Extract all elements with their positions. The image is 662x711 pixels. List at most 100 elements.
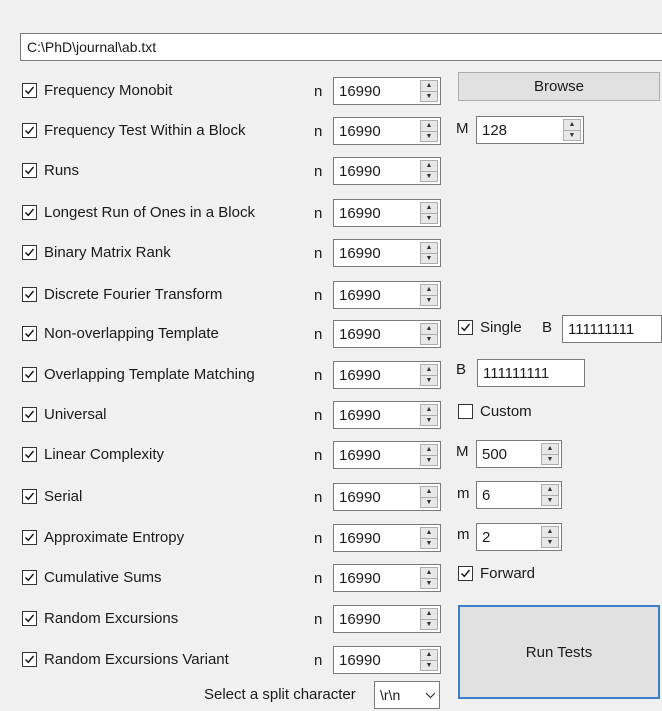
- spin-down-icon[interactable]: ▼: [421, 454, 437, 466]
- test-option[interactable]: Serial: [22, 486, 82, 506]
- spin-up-icon[interactable]: ▲: [421, 445, 437, 455]
- spin-up-icon[interactable]: ▲: [421, 568, 437, 578]
- n-arrows[interactable]: ▲ ▼: [420, 202, 438, 224]
- n-arrows[interactable]: ▲ ▼: [420, 608, 438, 630]
- test-checkbox[interactable]: [22, 286, 37, 302]
- file-path-input[interactable]: C:\PhD\journal\ab.txt: [20, 33, 662, 61]
- spin-down-icon[interactable]: ▼: [542, 453, 558, 465]
- n-stepper[interactable]: 16990 ▲ ▼: [333, 605, 441, 633]
- test-checkbox[interactable]: [22, 82, 37, 98]
- spin-up-icon[interactable]: ▲: [421, 528, 437, 538]
- test-checkbox[interactable]: [22, 529, 37, 545]
- spin-down-icon[interactable]: ▼: [421, 212, 437, 224]
- spin-down-icon[interactable]: ▼: [421, 374, 437, 386]
- test-checkbox[interactable]: [22, 569, 37, 585]
- split-character-select[interactable]: \r\n: [374, 681, 440, 709]
- test-option[interactable]: Runs: [22, 160, 79, 180]
- n-arrows[interactable]: ▲ ▼: [420, 649, 438, 671]
- n-arrows[interactable]: ▲ ▼: [420, 284, 438, 306]
- spin-up-icon[interactable]: ▲: [421, 405, 437, 415]
- spin-down-icon[interactable]: ▼: [421, 618, 437, 630]
- spin-up-icon[interactable]: ▲: [421, 81, 437, 91]
- test-checkbox[interactable]: [22, 406, 37, 422]
- test-checkbox[interactable]: [22, 162, 37, 178]
- n-arrows[interactable]: ▲ ▼: [420, 120, 438, 142]
- chevron-down-icon[interactable]: [421, 692, 439, 699]
- non-overlap-b-input[interactable]: 111111111: [562, 315, 662, 343]
- n-stepper[interactable]: 16990 ▲ ▼: [333, 157, 441, 185]
- spin-down-icon[interactable]: ▼: [421, 294, 437, 306]
- spin-up-icon[interactable]: ▲: [421, 650, 437, 660]
- n-stepper[interactable]: 16990 ▲ ▼: [333, 564, 441, 592]
- n-stepper[interactable]: 16990 ▲ ▼: [333, 361, 441, 389]
- spin-down-icon[interactable]: ▼: [421, 170, 437, 182]
- test-checkbox[interactable]: [22, 651, 37, 667]
- serial-m-arrows[interactable]: ▲ ▼: [541, 484, 559, 506]
- spin-up-icon[interactable]: ▲: [421, 121, 437, 131]
- n-stepper[interactable]: 16990 ▲ ▼: [333, 281, 441, 309]
- n-arrows[interactable]: ▲ ▼: [420, 364, 438, 386]
- spin-up-icon[interactable]: ▲: [421, 324, 437, 334]
- test-option[interactable]: Non-overlapping Template: [22, 323, 219, 343]
- n-stepper[interactable]: 16990 ▲ ▼: [333, 199, 441, 227]
- block-m-arrows[interactable]: ▲ ▼: [563, 119, 581, 141]
- n-stepper[interactable]: 16990 ▲ ▼: [333, 441, 441, 469]
- test-option[interactable]: Random Excursions: [22, 608, 178, 628]
- n-stepper[interactable]: 16990 ▲ ▼: [333, 524, 441, 552]
- n-arrows[interactable]: ▲ ▼: [420, 80, 438, 102]
- spin-up-icon[interactable]: ▲: [421, 161, 437, 171]
- spin-down-icon[interactable]: ▼: [421, 537, 437, 549]
- test-checkbox[interactable]: [22, 244, 37, 260]
- test-checkbox[interactable]: [22, 204, 37, 220]
- single-checkbox[interactable]: [458, 320, 473, 335]
- linear-m-arrows[interactable]: ▲ ▼: [541, 443, 559, 465]
- spin-down-icon[interactable]: ▼: [421, 414, 437, 426]
- spin-up-icon[interactable]: ▲: [421, 609, 437, 619]
- spin-down-icon[interactable]: ▼: [421, 659, 437, 671]
- n-stepper[interactable]: 16990 ▲ ▼: [333, 483, 441, 511]
- approx-m-stepper[interactable]: 2 ▲ ▼: [476, 523, 562, 551]
- n-arrows[interactable]: ▲ ▼: [420, 527, 438, 549]
- single-option[interactable]: Single: [458, 319, 522, 336]
- spin-down-icon[interactable]: ▼: [421, 577, 437, 589]
- n-stepper[interactable]: 16990 ▲ ▼: [333, 401, 441, 429]
- spin-down-icon[interactable]: ▼: [421, 496, 437, 508]
- test-option[interactable]: Approximate Entropy: [22, 527, 184, 547]
- n-stepper[interactable]: 16990 ▲ ▼: [333, 77, 441, 105]
- test-option[interactable]: Binary Matrix Rank: [22, 242, 171, 262]
- test-checkbox[interactable]: [22, 446, 37, 462]
- n-arrows[interactable]: ▲ ▼: [420, 567, 438, 589]
- n-arrows[interactable]: ▲ ▼: [420, 160, 438, 182]
- browse-button[interactable]: Browse: [458, 72, 660, 101]
- spin-up-icon[interactable]: ▲: [421, 243, 437, 253]
- serial-m-stepper[interactable]: 6 ▲ ▼: [476, 481, 562, 509]
- spin-up-icon[interactable]: ▲: [421, 285, 437, 295]
- spin-down-icon[interactable]: ▼: [542, 494, 558, 506]
- block-m-stepper[interactable]: 128 ▲ ▼: [476, 116, 584, 144]
- test-option[interactable]: Longest Run of Ones in a Block: [22, 202, 255, 222]
- test-checkbox[interactable]: [22, 325, 37, 341]
- test-option[interactable]: Overlapping Template Matching: [22, 364, 255, 384]
- run-tests-button[interactable]: Run Tests: [458, 605, 660, 699]
- spin-down-icon[interactable]: ▼: [421, 252, 437, 264]
- spin-down-icon[interactable]: ▼: [421, 333, 437, 345]
- test-option[interactable]: Frequency Monobit: [22, 80, 172, 100]
- forward-option[interactable]: Forward: [458, 565, 535, 582]
- spin-down-icon[interactable]: ▼: [421, 130, 437, 142]
- test-checkbox[interactable]: [22, 366, 37, 382]
- test-checkbox[interactable]: [22, 610, 37, 626]
- test-checkbox[interactable]: [22, 488, 37, 504]
- spin-up-icon[interactable]: ▲: [421, 203, 437, 213]
- spin-up-icon[interactable]: ▲: [542, 444, 558, 454]
- n-arrows[interactable]: ▲ ▼: [420, 323, 438, 345]
- test-option[interactable]: Universal: [22, 404, 107, 424]
- n-stepper[interactable]: 16990 ▲ ▼: [333, 117, 441, 145]
- spin-up-icon[interactable]: ▲: [564, 120, 580, 130]
- n-arrows[interactable]: ▲ ▼: [420, 404, 438, 426]
- n-stepper[interactable]: 16990 ▲ ▼: [333, 239, 441, 267]
- spin-down-icon[interactable]: ▼: [564, 129, 580, 141]
- custom-checkbox[interactable]: [458, 404, 473, 419]
- n-arrows[interactable]: ▲ ▼: [420, 444, 438, 466]
- test-checkbox[interactable]: [22, 122, 37, 138]
- n-stepper[interactable]: 16990 ▲ ▼: [333, 646, 441, 674]
